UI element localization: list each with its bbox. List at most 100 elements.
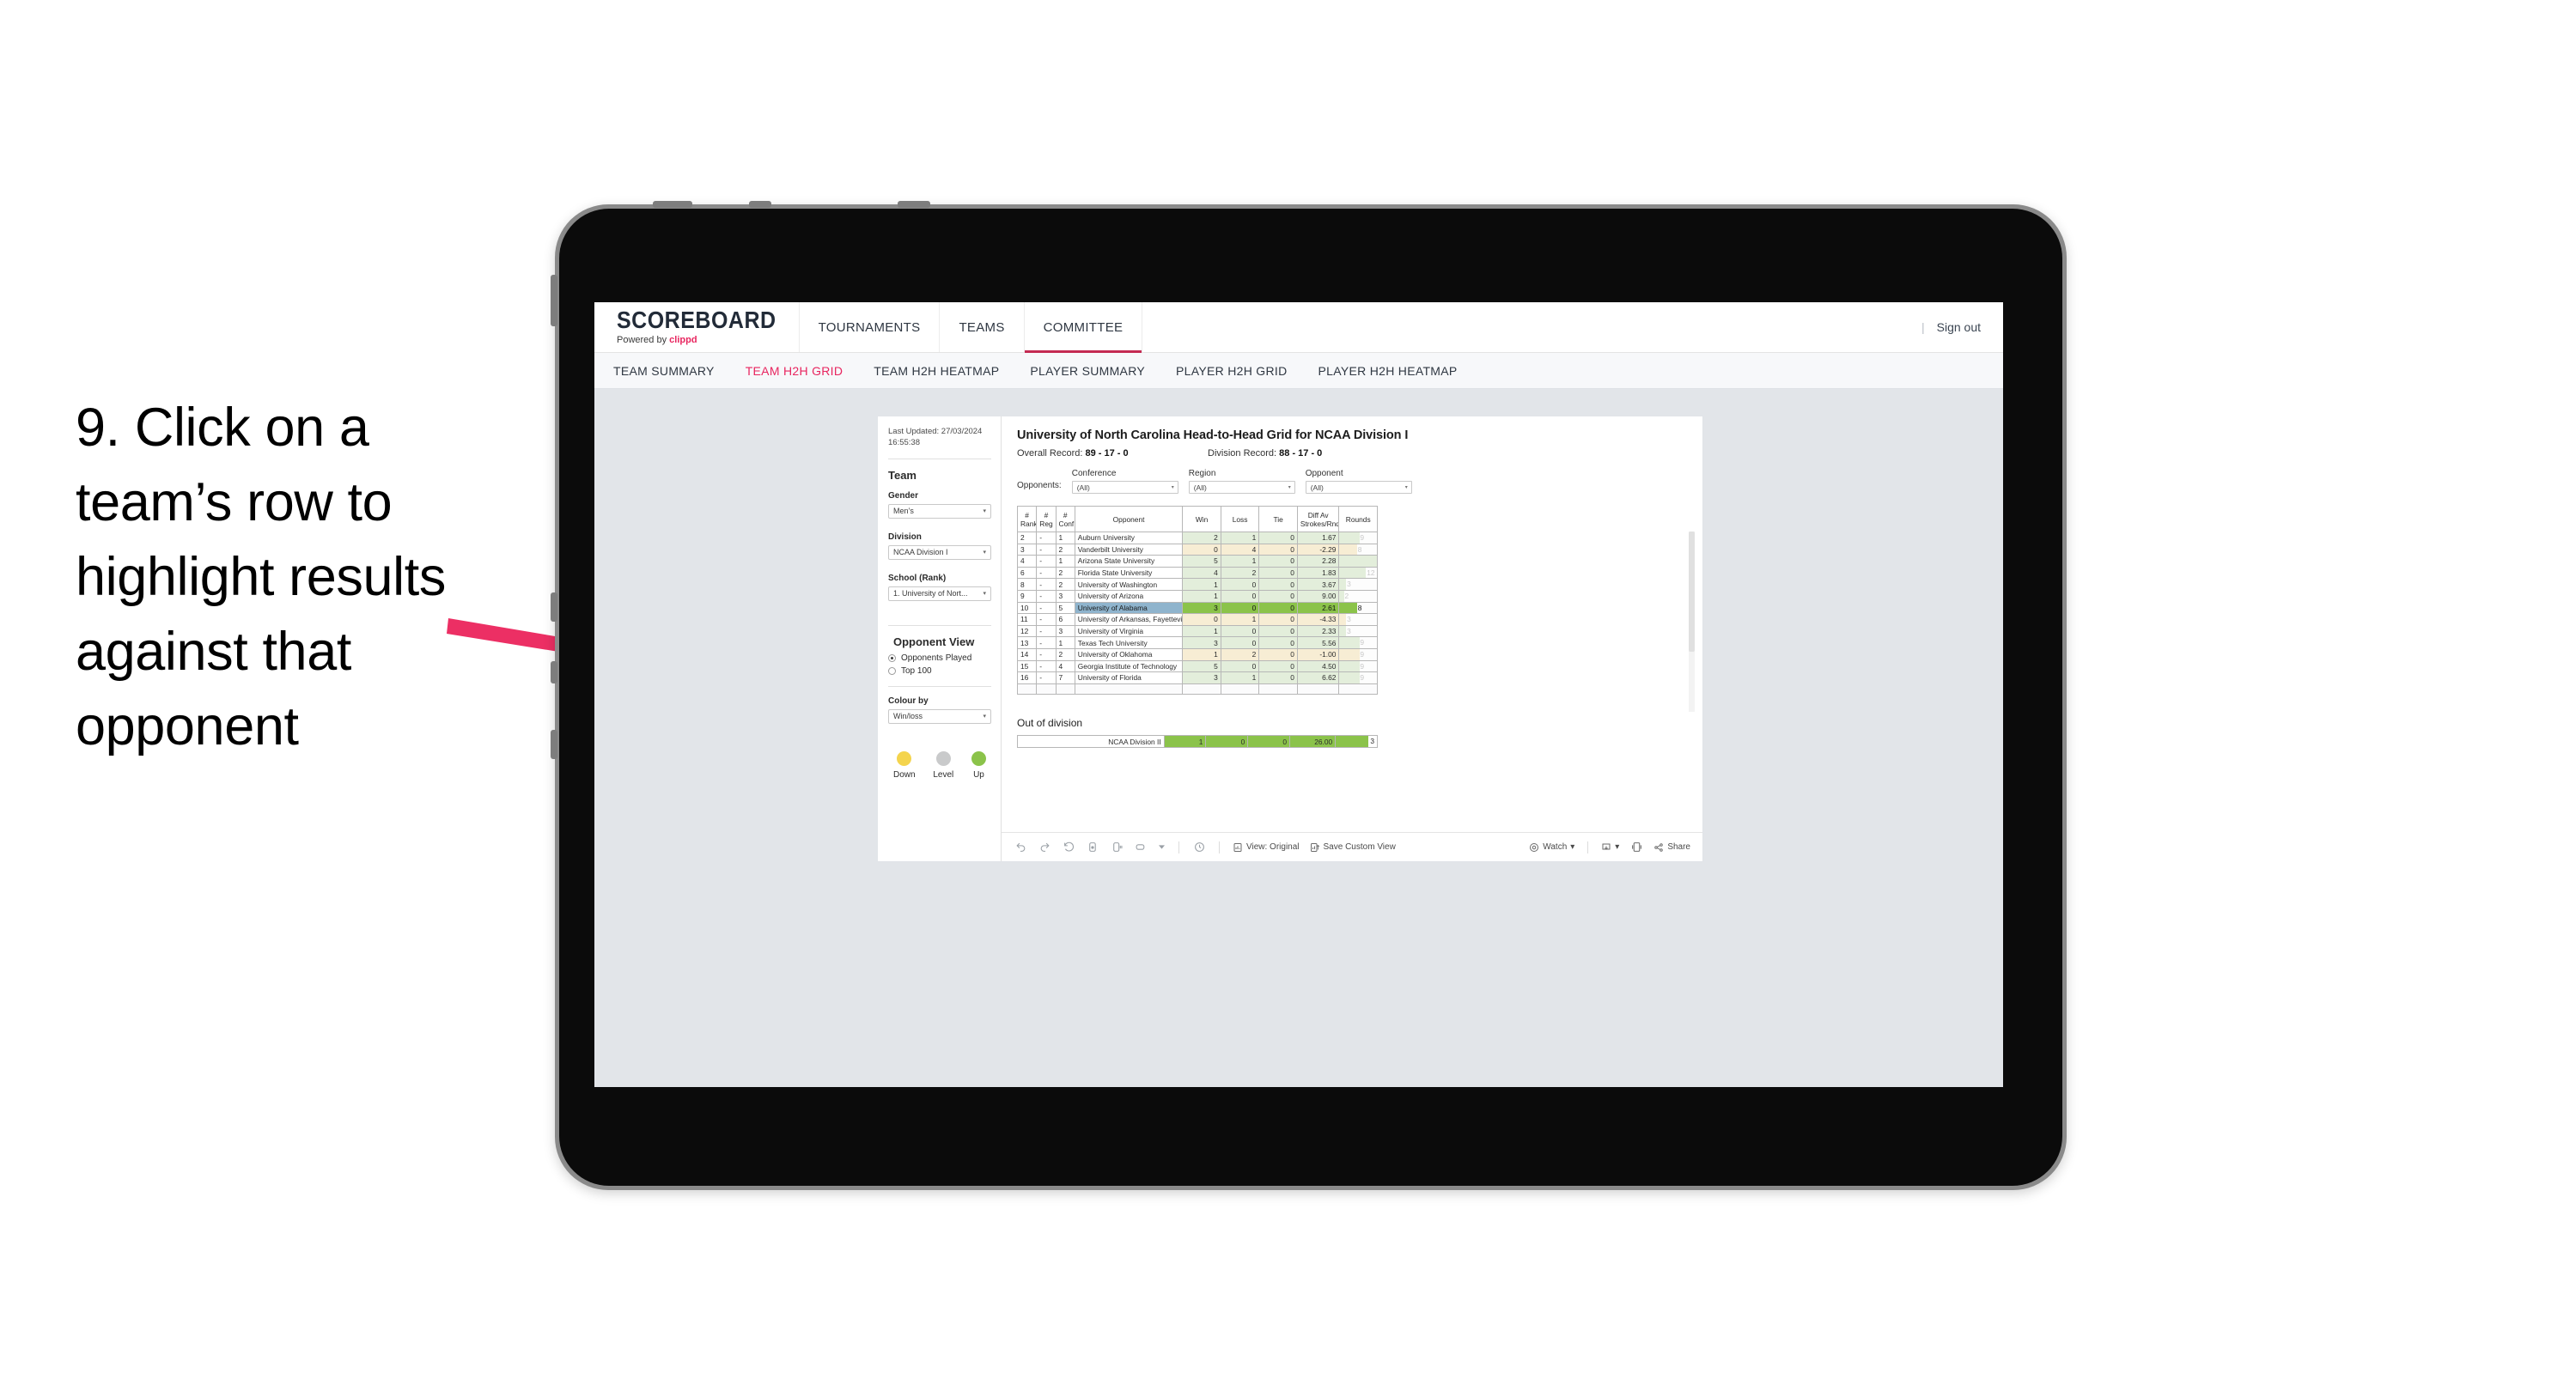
gender-select-value: Men’s — [893, 507, 914, 516]
table-spacer-cell — [1338, 683, 1378, 696]
cell-loss: 1 — [1220, 555, 1260, 568]
cell-loss: 4 — [1220, 543, 1260, 556]
share-button[interactable]: Share — [1653, 842, 1690, 853]
sign-out-link[interactable]: Sign out — [1937, 320, 1981, 334]
table-row[interactable]: 8-2 University of Washington 1 0 0 3.67 3 — [1016, 578, 1378, 591]
radio-icon — [888, 666, 896, 675]
cell-loss: 0 — [1220, 659, 1260, 673]
tablet-top-button-3 — [898, 201, 930, 208]
cell-rank: 12 — [1016, 624, 1038, 638]
view-original-button[interactable]: View: Original — [1233, 842, 1300, 853]
colour-by-select[interactable]: Win/loss ▾ — [888, 708, 991, 724]
tablet-side-button-power — [551, 275, 557, 326]
tab-team-summary[interactable]: TEAM SUMMARY — [613, 364, 715, 378]
tablet-side-button-mid — [551, 661, 557, 683]
pause-refresh-icon[interactable] — [1110, 841, 1124, 854]
revert-icon[interactable] — [1062, 841, 1075, 854]
region-filter-select[interactable]: (All) ▾ — [1188, 481, 1295, 494]
page-title: University of North Carolina Head-to-Hea… — [1017, 428, 1409, 442]
division-select[interactable]: NCAA Division I ▾ — [888, 544, 991, 560]
download-button[interactable]: ▾ — [1601, 842, 1619, 853]
gender-select[interactable]: Men’s ▾ — [888, 503, 991, 519]
tab-player-summary[interactable]: PLAYER SUMMARY — [1030, 364, 1145, 378]
conference-filter-select[interactable]: (All) ▾ — [1071, 481, 1178, 494]
legend-dot-down-icon — [897, 750, 912, 766]
table-row[interactable]: 4-1Arizona State University5102.2817 — [1016, 555, 1378, 568]
table-row[interactable]: 11-6 University of Arkansas, Fayetteville… — [1016, 613, 1378, 626]
table-row[interactable]: 12-3 University of Virginia 1 0 0 2.33 3 — [1016, 624, 1378, 638]
out-of-division-diff: 26.00 — [1288, 735, 1337, 748]
table-row[interactable]: 13-1 Texas Tech University 3 0 0 5.56 9 — [1016, 636, 1378, 649]
cell-rank: 4 — [1016, 555, 1038, 568]
table-row[interactable]: 9-3 University of Arizona 1 0 0 9.00 2 — [1016, 589, 1378, 603]
watch-label: Watch — [1543, 842, 1568, 852]
col-rounds[interactable]: Rounds — [1338, 506, 1378, 532]
table-row[interactable]: 14-2 University of Oklahoma 1 2 0 -1.00 9 — [1016, 647, 1378, 661]
school-select[interactable]: 1. University of Nort... ▾ — [888, 586, 991, 601]
toolbar-divider — [1587, 841, 1589, 853]
refresh-icon[interactable] — [1086, 841, 1099, 854]
cell-rank: 8 — [1016, 578, 1038, 591]
chevron-down-icon: ▾ — [983, 714, 986, 720]
cell-tie: 0 — [1258, 671, 1298, 684]
colour-legend: Down Level Up — [888, 738, 991, 780]
conference-filter-label: Conference — [1071, 469, 1117, 478]
tab-player-h2h-grid[interactable]: PLAYER H2H GRID — [1176, 364, 1288, 378]
nav-committee[interactable]: COMMITTEE — [1023, 302, 1143, 353]
col-opponent[interactable]: Opponent — [1074, 506, 1184, 532]
save-custom-view-button[interactable]: Save Custom View — [1310, 842, 1396, 853]
conference-filter-value: (All) — [1076, 483, 1090, 492]
table-row[interactable]: 10-5 University of Alabama 3 0 0 2.61 8 — [1016, 601, 1378, 615]
tab-player-h2h-heatmap[interactable]: PLAYER H2H HEATMAP — [1318, 364, 1458, 378]
nav-tournaments[interactable]: TOURNAMENTS — [798, 302, 940, 352]
cell-diff: -2.29 — [1296, 543, 1340, 556]
radio-top-100[interactable]: Top 100 — [888, 666, 991, 676]
table-row[interactable]: 6-2 Florida State University 4 2 0 1.83 12 — [1016, 566, 1378, 580]
undo-icon[interactable] — [1014, 841, 1027, 854]
table-body: 2-1 Auburn University 2 1 0 1.67 9 3-2 Vanderbil… — [1016, 532, 1378, 696]
table-spacer-cell — [1036, 683, 1057, 696]
cell-tie: 0 — [1258, 659, 1298, 673]
brand-logo[interactable]: SCOREBOARD Powered by clippd — [594, 302, 799, 352]
col-diff-av-strokes[interactable]: Diff Av Strokes/Rnd — [1296, 506, 1340, 532]
opponent-filter-select[interactable]: (All) ▾ — [1305, 481, 1412, 494]
chevron-down-icon: ▾ — [983, 508, 986, 515]
col-rank[interactable]: # Rank — [1016, 506, 1038, 532]
tab-team-h2h-grid[interactable]: TEAM H2H GRID — [746, 364, 843, 378]
cell-loss: 2 — [1220, 647, 1260, 661]
toolbar-divider — [1178, 841, 1179, 853]
out-of-division-heading: Out of division — [1017, 717, 1083, 730]
table-row[interactable]: 3-2 Vanderbilt University 0 4 0 -2.29 8 — [1016, 543, 1378, 556]
table-row[interactable]: 15-4 Georgia Institute of Technology 5 0 0 4.… — [1016, 659, 1378, 673]
device-layout-icon[interactable] — [1629, 841, 1643, 854]
col-conf[interactable]: # Conf — [1055, 506, 1075, 532]
nav-teams[interactable]: TEAMS — [939, 302, 1023, 352]
table-row[interactable]: 16-7 University of Florida 3 1 0 6.62 9 — [1016, 671, 1378, 684]
cell-opponent: University of Oklahoma — [1074, 647, 1184, 661]
highlight-icon[interactable] — [1192, 841, 1206, 854]
col-loss[interactable]: Loss — [1220, 506, 1260, 532]
legend-label-level: Level — [933, 769, 954, 780]
watch-button[interactable]: Watch ▾ — [1529, 842, 1574, 853]
col-tie[interactable]: Tie — [1258, 506, 1298, 532]
tab-team-h2h-heatmap[interactable]: TEAM H2H HEATMAP — [874, 364, 999, 378]
cell-conf: 5 — [1055, 601, 1075, 615]
cell-loss: 1 — [1220, 532, 1260, 544]
redo-icon[interactable] — [1038, 841, 1051, 854]
header-right: | Sign out — [1921, 302, 2003, 352]
pan-icon[interactable] — [1134, 841, 1148, 854]
col-win[interactable]: Win — [1182, 506, 1221, 532]
cell-diff: 2.28 — [1296, 555, 1340, 568]
col-reg[interactable]: # Reg — [1036, 506, 1057, 532]
radio-opponents-played[interactable]: Opponents Played — [888, 653, 991, 663]
table-scrollbar-thumb[interactable] — [1689, 532, 1695, 652]
cell-win: 3 — [1182, 671, 1221, 684]
out-of-division-row[interactable]: NCAA Division II 1 0 0 26.00 3 — [1017, 735, 1378, 748]
cell-rank: 10 — [1016, 601, 1038, 615]
cell-rounds: 3 — [1338, 578, 1378, 591]
radio-opponents-played-label: Opponents Played — [901, 653, 972, 663]
table-spacer-cell — [1055, 683, 1075, 696]
cell-reg: - — [1036, 555, 1057, 568]
chevron-down-icon[interactable] — [1158, 841, 1166, 854]
table-row[interactable]: 2-1 Auburn University 2 1 0 1.67 9 — [1016, 532, 1378, 544]
